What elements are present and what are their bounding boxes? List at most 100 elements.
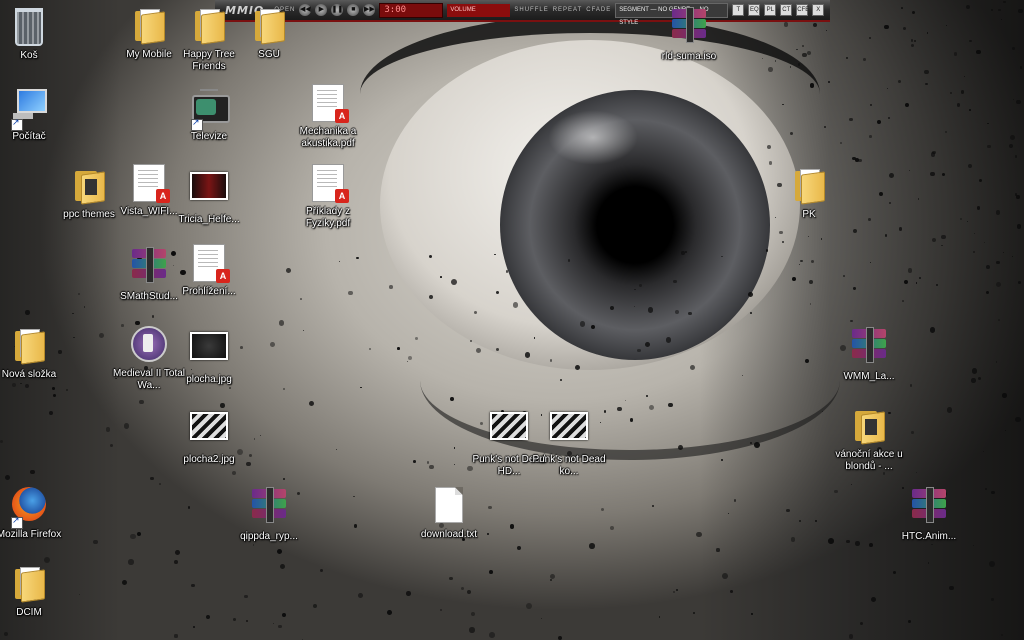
shuffle-toggle[interactable]: SHUFFLE [514,7,548,13]
desktop-icon-vanocni[interactable]: vánoční akce u blondů - ... [832,404,906,473]
freckle-dot [505,270,509,273]
freckle-dot [488,505,492,510]
desktop-icon-firefox[interactable]: Mozilla Firefox [0,484,66,541]
freckle-dot [489,631,495,638]
freckle-dot [910,431,914,435]
freckle-dot [808,279,813,284]
desktop-icon-computer[interactable]: Počítač [0,84,66,143]
freckle-dot [696,531,702,538]
freckle-dot [228,386,231,389]
freckle-dot [188,506,191,509]
freckle-dot [848,633,854,639]
desktop-icon-tricia[interactable]: Tricia_Helfe... [172,164,246,226]
freckle-dot [487,532,490,536]
freckle-dot [870,596,876,602]
crossfade-toggle[interactable]: CFADE [586,7,611,13]
volume-slider[interactable]: VOLUME [447,3,511,17]
desktop-icon-mechanika[interactable]: A Mechanika a akustika.pdf [291,82,365,150]
icon-label: download.txt [420,529,478,540]
desktop-icon-plocha[interactable]: plocha.jpg [172,324,246,386]
desktop-icon-rld-suma[interactable]: rld-suma.iso [652,4,726,63]
freckle-dot [282,612,287,617]
freckle-dot [278,624,282,628]
close-button[interactable]: X [812,4,825,16]
freckle-dot [152,315,155,318]
icon-label: WMM_La... [843,371,895,382]
freckle-dot [905,102,910,107]
freckle-dot [768,66,773,72]
desktop-icon-qippda[interactable]: qippda_ryp... [232,484,306,543]
freckle-dot [868,542,873,547]
freckle-dot [109,443,113,447]
desktop-icon-sgu[interactable]: SGU [232,4,306,61]
freckle-dot [647,307,654,313]
freckle-dot [232,470,237,475]
freckle-dot [429,464,434,469]
freckle-dot [1000,633,1003,636]
freckle-dot [693,612,696,615]
image-file-icon [190,412,228,440]
desktop-icon-htc-anim[interactable]: HTC.Anim... [892,484,966,543]
desktop-icon-punk-ko[interactable]: Punk's not Dead ko... [532,404,606,478]
television-icon [192,89,230,123]
freckle-dot [870,104,872,106]
desktop-icon-plocha2[interactable]: plocha2.jpg [172,404,246,466]
pause-button[interactable]: ❚❚ [331,4,344,16]
stop-button[interactable]: ■ [347,4,360,16]
btn-pl[interactable]: PL [764,4,777,16]
freckle-dot [946,407,953,413]
folder-icon [133,7,165,45]
desktop-icon-priklady[interactable]: A Příklady z Fyziky.pdf [291,162,365,230]
desktop-icon-wmm[interactable]: WMM_La... [832,324,906,383]
freckle-dot [644,342,650,348]
freckle-dot [122,579,128,585]
desktop-icon-recycle-bin[interactable]: Koš [0,4,66,62]
freckle-dot [453,464,455,466]
desktop-icon-dcim[interactable]: DCIM [0,562,66,619]
icon-label: Mechanika a akustika.pdf [299,126,357,149]
freckle-dot [450,279,457,286]
freckle-dot [192,625,196,628]
freckle-dot [969,39,972,42]
freckle-dot [348,290,353,296]
winrar-archive-icon [912,487,946,523]
text-file-icon [435,487,463,523]
freckle-dot [966,220,969,222]
freckle-dot [319,568,324,572]
btn-t[interactable]: T [732,4,745,16]
btn-ct[interactable]: CT [780,4,793,16]
freckle-dot [98,332,104,338]
desktop-icon-televize[interactable]: Televize [172,84,246,143]
freckle-dot [512,302,519,308]
freckle-dot [989,561,995,568]
desktop-icon-prohlizeni[interactable]: A Prohlížení... [172,242,246,298]
btn-cfe[interactable]: CFE [796,4,809,16]
desktop-icon-download-txt[interactable]: download.txt [412,484,486,541]
winrar-archive-icon [672,7,706,43]
freckle-dot [356,257,359,260]
freckle-dot [353,495,355,498]
btn-eq[interactable]: EQ [748,4,761,16]
play-button[interactable]: ▶ [315,4,328,16]
repeat-toggle[interactable]: REPEAT [553,7,583,13]
freckle-dot [801,44,804,48]
freckle-dot [971,378,976,383]
freckle-dot [467,590,472,595]
freckle-dot [368,347,372,350]
media-player-bar[interactable]: MMIO OPEN ◀◀ ▶ ❚❚ ■ ▶▶ 3:00 VOLUME SHUFF… [215,0,830,26]
freckle-dot [676,589,679,592]
freckle-dot [65,388,68,391]
freckle-dot [600,507,604,512]
freckle-dot [658,616,661,618]
freckle-dot [308,400,315,407]
freckle-dot [560,378,562,381]
freckle-dot [338,260,340,263]
desktop-icon-nova-slozka[interactable]: Nová složka [0,324,66,381]
desktop-icon-pk[interactable]: PK [772,164,846,221]
folder-icon [793,167,825,205]
freckle-dot [609,526,614,531]
freckle-dot [524,352,530,358]
freckle-dot [1002,393,1008,398]
next-button[interactable]: ▶▶ [363,4,376,16]
folder-icon [73,167,105,205]
